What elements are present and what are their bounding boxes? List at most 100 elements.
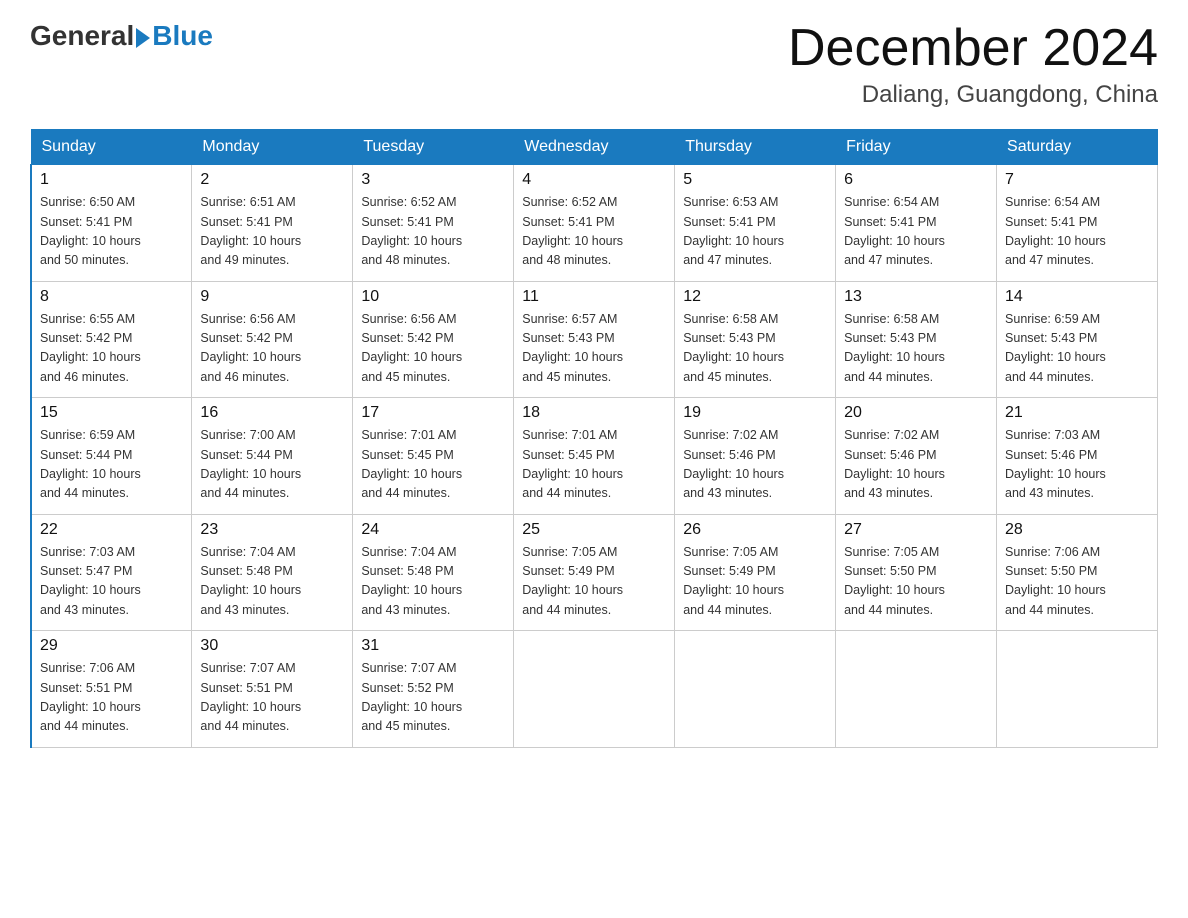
logo-general-text: General <box>30 20 134 52</box>
day-info: Sunrise: 7:03 AM Sunset: 5:46 PM Dayligh… <box>1005 426 1149 504</box>
day-info: Sunrise: 7:06 AM Sunset: 5:51 PM Dayligh… <box>40 659 183 737</box>
calendar-day-cell: 30 Sunrise: 7:07 AM Sunset: 5:51 PM Dayli… <box>192 631 353 748</box>
calendar-day-cell <box>997 631 1158 748</box>
day-of-week-header: Tuesday <box>353 130 514 165</box>
calendar-day-cell: 11 Sunrise: 6:57 AM Sunset: 5:43 PM Dayli… <box>514 281 675 398</box>
day-info: Sunrise: 6:59 AM Sunset: 5:44 PM Dayligh… <box>40 426 183 504</box>
calendar-day-cell: 29 Sunrise: 7:06 AM Sunset: 5:51 PM Dayli… <box>31 631 192 748</box>
day-number: 18 <box>522 404 666 422</box>
day-number: 7 <box>1005 171 1149 189</box>
calendar-day-cell: 6 Sunrise: 6:54 AM Sunset: 5:41 PM Daylig… <box>836 165 997 282</box>
calendar-day-cell: 18 Sunrise: 7:01 AM Sunset: 5:45 PM Dayli… <box>514 398 675 515</box>
calendar-header-row: SundayMondayTuesdayWednesdayThursdayFrid… <box>31 130 1158 165</box>
day-info: Sunrise: 6:50 AM Sunset: 5:41 PM Dayligh… <box>40 193 183 271</box>
day-number: 25 <box>522 521 666 539</box>
day-number: 15 <box>40 404 183 422</box>
day-info: Sunrise: 7:05 AM Sunset: 5:49 PM Dayligh… <box>683 543 827 621</box>
calendar-day-cell: 9 Sunrise: 6:56 AM Sunset: 5:42 PM Daylig… <box>192 281 353 398</box>
calendar-day-cell: 22 Sunrise: 7:03 AM Sunset: 5:47 PM Dayli… <box>31 514 192 631</box>
calendar-week-row: 8 Sunrise: 6:55 AM Sunset: 5:42 PM Daylig… <box>31 281 1158 398</box>
day-info: Sunrise: 6:58 AM Sunset: 5:43 PM Dayligh… <box>844 310 988 388</box>
logo: General Blue <box>30 20 213 52</box>
day-number: 24 <box>361 521 505 539</box>
day-number: 6 <box>844 171 988 189</box>
day-of-week-header: Friday <box>836 130 997 165</box>
title-block: December 2024 Daliang, Guangdong, China <box>788 20 1158 109</box>
day-number: 28 <box>1005 521 1149 539</box>
calendar-subtitle: Daliang, Guangdong, China <box>788 81 1158 109</box>
day-number: 13 <box>844 288 988 306</box>
day-info: Sunrise: 6:56 AM Sunset: 5:42 PM Dayligh… <box>361 310 505 388</box>
calendar-day-cell: 24Sunrise: 7:04 AM Sunset: 5:48 PM Dayli… <box>353 514 514 631</box>
day-info: Sunrise: 7:07 AM Sunset: 5:51 PM Dayligh… <box>200 659 344 737</box>
day-number: 2 <box>200 171 344 189</box>
calendar-week-row: 29 Sunrise: 7:06 AM Sunset: 5:51 PM Dayli… <box>31 631 1158 748</box>
day-info: Sunrise: 6:54 AM Sunset: 5:41 PM Dayligh… <box>1005 193 1149 271</box>
day-number: 16 <box>200 404 344 422</box>
day-of-week-header: Saturday <box>997 130 1158 165</box>
day-number: 29 <box>40 637 183 655</box>
day-info: Sunrise: 7:03 AM Sunset: 5:47 PM Dayligh… <box>40 543 183 621</box>
day-number: 11 <box>522 288 666 306</box>
day-info: Sunrise: 7:02 AM Sunset: 5:46 PM Dayligh… <box>844 426 988 504</box>
day-info: Sunrise: 6:57 AM Sunset: 5:43 PM Dayligh… <box>522 310 666 388</box>
day-number: 30 <box>200 637 344 655</box>
calendar-day-cell: 1 Sunrise: 6:50 AM Sunset: 5:41 PM Daylig… <box>31 165 192 282</box>
calendar-day-cell: 19Sunrise: 7:02 AM Sunset: 5:46 PM Dayli… <box>675 398 836 515</box>
day-info: Sunrise: 6:58 AM Sunset: 5:43 PM Dayligh… <box>683 310 827 388</box>
day-of-week-header: Sunday <box>31 130 192 165</box>
calendar-week-row: 1 Sunrise: 6:50 AM Sunset: 5:41 PM Daylig… <box>31 165 1158 282</box>
calendar-day-cell: 16 Sunrise: 7:00 AM Sunset: 5:44 PM Dayli… <box>192 398 353 515</box>
day-info: Sunrise: 6:52 AM Sunset: 5:41 PM Dayligh… <box>361 193 505 271</box>
calendar-week-row: 15 Sunrise: 6:59 AM Sunset: 5:44 PM Dayli… <box>31 398 1158 515</box>
day-info: Sunrise: 7:04 AM Sunset: 5:48 PM Dayligh… <box>200 543 344 621</box>
calendar-day-cell: 28 Sunrise: 7:06 AM Sunset: 5:50 PM Dayli… <box>997 514 1158 631</box>
day-number: 8 <box>40 288 183 306</box>
calendar-day-cell: 13 Sunrise: 6:58 AM Sunset: 5:43 PM Dayli… <box>836 281 997 398</box>
day-number: 4 <box>522 171 666 189</box>
day-info: Sunrise: 7:07 AM Sunset: 5:52 PM Dayligh… <box>361 659 505 737</box>
day-number: 23 <box>200 521 344 539</box>
day-info: Sunrise: 6:55 AM Sunset: 5:42 PM Dayligh… <box>40 310 183 388</box>
day-number: 20 <box>844 404 988 422</box>
day-number: 22 <box>40 521 183 539</box>
calendar-day-cell: 3 Sunrise: 6:52 AM Sunset: 5:41 PM Daylig… <box>353 165 514 282</box>
day-number: 5 <box>683 171 827 189</box>
day-info: Sunrise: 6:53 AM Sunset: 5:41 PM Dayligh… <box>683 193 827 271</box>
day-number: 3 <box>361 171 505 189</box>
day-info: Sunrise: 7:05 AM Sunset: 5:49 PM Dayligh… <box>522 543 666 621</box>
logo-arrow-icon <box>136 28 150 48</box>
calendar-day-cell <box>836 631 997 748</box>
calendar-day-cell: 21Sunrise: 7:03 AM Sunset: 5:46 PM Dayli… <box>997 398 1158 515</box>
day-info: Sunrise: 7:00 AM Sunset: 5:44 PM Dayligh… <box>200 426 344 504</box>
calendar-day-cell: 5 Sunrise: 6:53 AM Sunset: 5:41 PM Daylig… <box>675 165 836 282</box>
day-number: 27 <box>844 521 988 539</box>
day-of-week-header: Thursday <box>675 130 836 165</box>
day-info: Sunrise: 6:56 AM Sunset: 5:42 PM Dayligh… <box>200 310 344 388</box>
day-number: 9 <box>200 288 344 306</box>
logo-blue-text: Blue <box>152 20 213 52</box>
day-number: 14 <box>1005 288 1149 306</box>
calendar-day-cell: 23 Sunrise: 7:04 AM Sunset: 5:48 PM Dayli… <box>192 514 353 631</box>
day-number: 26 <box>683 521 827 539</box>
calendar-day-cell: 17Sunrise: 7:01 AM Sunset: 5:45 PM Dayli… <box>353 398 514 515</box>
day-number: 1 <box>40 171 183 189</box>
calendar-table: SundayMondayTuesdayWednesdayThursdayFrid… <box>30 129 1158 748</box>
day-of-week-header: Monday <box>192 130 353 165</box>
day-info: Sunrise: 7:05 AM Sunset: 5:50 PM Dayligh… <box>844 543 988 621</box>
calendar-day-cell: 27 Sunrise: 7:05 AM Sunset: 5:50 PM Dayli… <box>836 514 997 631</box>
day-info: Sunrise: 6:59 AM Sunset: 5:43 PM Dayligh… <box>1005 310 1149 388</box>
calendar-day-cell: 7 Sunrise: 6:54 AM Sunset: 5:41 PM Daylig… <box>997 165 1158 282</box>
day-info: Sunrise: 6:51 AM Sunset: 5:41 PM Dayligh… <box>200 193 344 271</box>
day-number: 31 <box>361 637 505 655</box>
calendar-day-cell: 10Sunrise: 6:56 AM Sunset: 5:42 PM Dayli… <box>353 281 514 398</box>
page-header: General Blue December 2024 Daliang, Guan… <box>30 20 1158 109</box>
day-info: Sunrise: 6:54 AM Sunset: 5:41 PM Dayligh… <box>844 193 988 271</box>
day-number: 12 <box>683 288 827 306</box>
calendar-day-cell: 20 Sunrise: 7:02 AM Sunset: 5:46 PM Dayli… <box>836 398 997 515</box>
day-info: Sunrise: 7:01 AM Sunset: 5:45 PM Dayligh… <box>522 426 666 504</box>
calendar-day-cell <box>675 631 836 748</box>
calendar-title: December 2024 <box>788 20 1158 77</box>
day-info: Sunrise: 7:06 AM Sunset: 5:50 PM Dayligh… <box>1005 543 1149 621</box>
day-info: Sunrise: 7:02 AM Sunset: 5:46 PM Dayligh… <box>683 426 827 504</box>
